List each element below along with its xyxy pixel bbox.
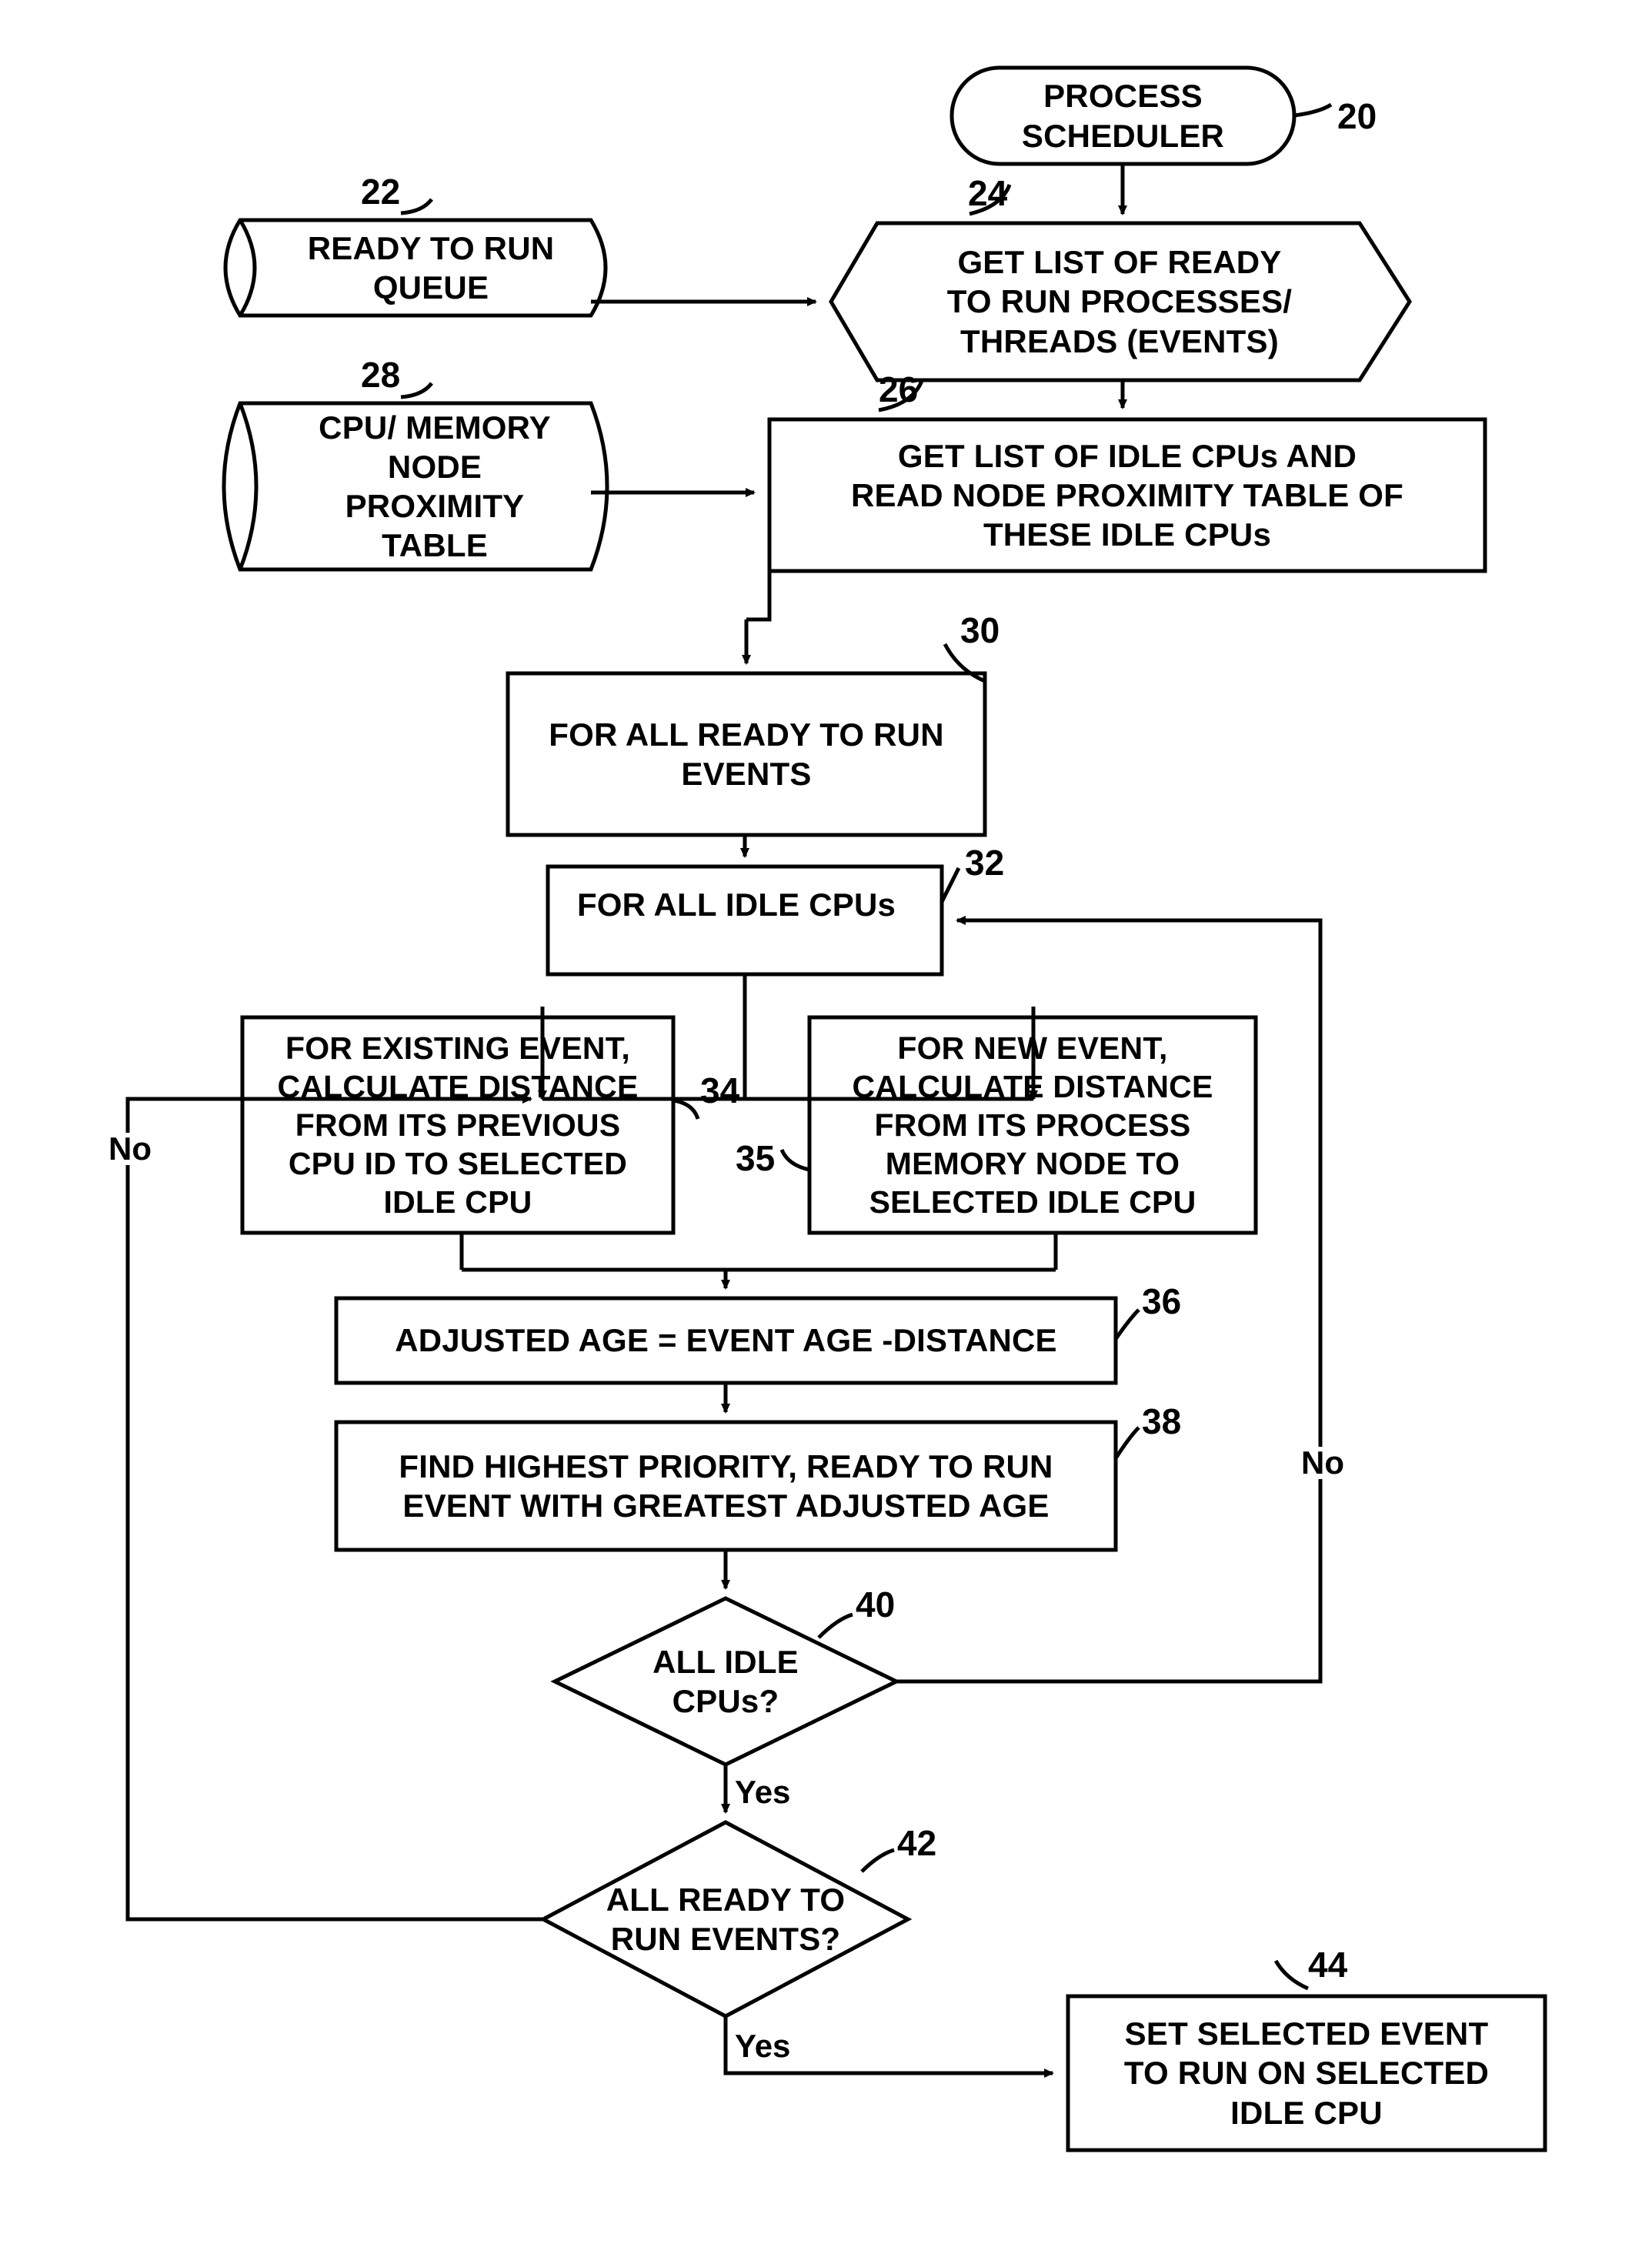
edge-label-yes-ready-events: Yes <box>735 2028 791 2064</box>
node-shape-find-highest-priority <box>334 1420 1118 1552</box>
leader-35 <box>779 1148 810 1172</box>
leader-44 <box>1273 1959 1310 1991</box>
leader-36 <box>1113 1308 1140 1341</box>
node-shape-adjusted-age <box>334 1296 1118 1385</box>
ref-number-35: 35 <box>736 1138 776 1178</box>
ref-number-30: 30 <box>960 610 1000 650</box>
node-shape-process-scheduler <box>949 65 1297 166</box>
ref-number-38: 38 <box>1142 1401 1182 1441</box>
node-shape-ready-to-run-queue <box>223 218 608 318</box>
flowchart-vector-layer <box>125 65 1547 2152</box>
edge-26-to-30 <box>746 571 772 622</box>
node-shape-set-selected-event <box>1066 1994 1547 2152</box>
ref-number-28: 28 <box>361 355 401 395</box>
leader-20 <box>1293 102 1333 118</box>
edge-label-no-left: No <box>106 1133 154 1165</box>
leader-28 <box>400 382 433 399</box>
node-shape-all-ready-events-decision <box>539 1820 913 2019</box>
leader-38 <box>1113 1426 1140 1460</box>
ref-number-36: 36 <box>1142 1281 1182 1321</box>
leader-34 <box>672 1098 700 1120</box>
node-shape-for-all-idle-cpus <box>546 864 944 977</box>
ref-number-32: 32 <box>965 843 1005 883</box>
leader-32 <box>939 867 961 903</box>
leader-22 <box>400 198 433 215</box>
node-shape-all-idle-cpus-decision <box>550 1596 901 1767</box>
node-shape-get-list-idle-cpus <box>767 417 1487 573</box>
ref-number-24: 24 <box>968 173 1008 213</box>
cylinder-cap-22 <box>238 219 257 317</box>
ref-number-34: 34 <box>700 1070 740 1110</box>
ref-number-44: 44 <box>1308 1945 1348 1985</box>
flowchart-canvas: PROCESS SCHEDULER READY TO RUN QUEUE GET… <box>0 0 1652 2264</box>
ref-number-40: 40 <box>856 1584 896 1625</box>
edge-label-yes-idle-cpus: Yes <box>735 1774 791 1810</box>
node-shape-for-all-ready-events <box>506 671 987 837</box>
leader-42 <box>860 1848 895 1873</box>
leader-40 <box>817 1612 853 1639</box>
ref-number-22: 22 <box>361 172 401 212</box>
node-shape-get-list-ready-run <box>829 221 1412 382</box>
ref-number-42: 42 <box>897 1823 937 1863</box>
node-shape-cpu-memory-node-proximity-table <box>222 401 609 572</box>
cylinder-cap-28 <box>238 402 259 570</box>
ref-number-20: 20 <box>1337 96 1377 136</box>
ref-number-26: 26 <box>879 369 919 409</box>
node-shape-for-existing-event <box>240 1015 676 1235</box>
edge-label-no-right: No <box>1299 1447 1347 1479</box>
